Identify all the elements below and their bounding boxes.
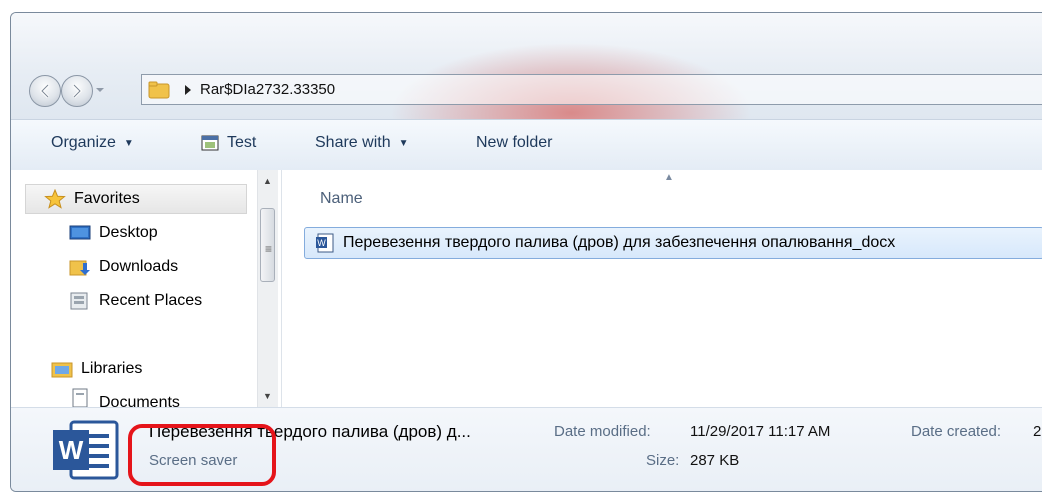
nav-recent-places[interactable]: Recent Places (69, 286, 202, 316)
libraries-icon (51, 362, 73, 378)
word-document-large-icon: W (53, 420, 119, 480)
word-document-icon: W (316, 233, 334, 253)
title-bar: Rar$DIa2732.33350 (11, 13, 1042, 119)
scroll-up-arrow-icon[interactable]: ▲ (263, 176, 272, 186)
grip-icon: ≡ (265, 242, 273, 256)
forward-button[interactable] (61, 75, 93, 107)
date-modified-label: Date modified: (554, 423, 651, 440)
new-folder-label: New folder (476, 134, 553, 151)
forward-arrow-icon (72, 83, 83, 99)
nav-item-label: Recent Places (99, 292, 203, 309)
nav-documents[interactable]: Documents (69, 388, 180, 407)
nav-libraries[interactable]: Libraries (51, 354, 142, 384)
desktop-icon (69, 225, 91, 240)
libraries-label: Libraries (81, 360, 143, 377)
downloads-folder-icon (69, 260, 90, 276)
date-created-label: Date created: (911, 423, 1002, 440)
chevron-down-icon: ▼ (398, 137, 409, 149)
sort-ascending-icon: ▲ (664, 172, 674, 183)
documents-label: Documents (99, 394, 180, 407)
date-modified-value: 11/29/2017 11:17 AM (690, 423, 831, 440)
star-icon (44, 189, 66, 209)
file-name: Перевезення твердого палива (дров) для з… (343, 234, 896, 251)
breadcrumb-arrow-icon[interactable] (184, 84, 192, 95)
organize-button[interactable]: Organize ▼ (51, 134, 134, 152)
nav-favorites[interactable]: Favorites (25, 184, 247, 214)
address-bar[interactable]: Rar$DIa2732.33350 (141, 74, 1042, 105)
navigation-pane: Favorites Desktop Downloads Recent Place… (11, 170, 282, 407)
column-header-name[interactable]: Name (320, 190, 363, 208)
share-with-button[interactable]: Share with ▼ (315, 134, 409, 152)
nav-desktop[interactable]: Desktop (69, 218, 158, 248)
size-label: Size: (646, 452, 680, 469)
nav-item-label: Downloads (99, 258, 179, 275)
scroll-down-arrow-icon[interactable]: ▼ (263, 391, 272, 401)
size-value: 287 KB (690, 452, 740, 469)
back-button[interactable] (29, 75, 61, 107)
favorites-label: Favorites (74, 190, 140, 207)
documents-icon (72, 388, 88, 407)
share-with-label: Share with (315, 134, 391, 151)
nav-item-label: Desktop (99, 224, 158, 241)
nav-scrollbar[interactable]: ▲ ≡ ▼ (257, 170, 278, 407)
organize-label: Organize (51, 134, 116, 151)
file-row-selected[interactable]: W Перевезення твердого палива (дров) для… (304, 227, 1042, 259)
test-button[interactable]: Test (201, 134, 256, 152)
svg-text:W: W (317, 238, 326, 248)
folder-icon (148, 81, 170, 98)
recent-places-icon (70, 292, 88, 310)
svg-text:W: W (59, 435, 84, 465)
scrollbar-thumb[interactable]: ≡ (260, 208, 275, 282)
date-created-value: 2 (1033, 423, 1042, 440)
new-folder-button[interactable]: New folder (476, 134, 552, 152)
address-path[interactable]: Rar$DIa2732.33350 (200, 81, 335, 98)
test-app-icon (201, 135, 219, 151)
recent-pages-dropdown-icon[interactable] (95, 83, 105, 97)
explorer-window: Rar$DIa2732.33350 Organize ▼ Test Share w… (10, 12, 1042, 492)
command-bar: Organize ▼ Test Share with ▼ New folder (11, 119, 1042, 171)
chevron-down-icon: ▼ (123, 137, 134, 149)
nav-downloads[interactable]: Downloads (69, 252, 178, 282)
file-list: ▲ Name W Перевезення твердого палива (др… (282, 170, 1042, 407)
test-label: Test (227, 134, 257, 151)
highlight-annotation (128, 424, 276, 486)
back-arrow-icon (39, 83, 50, 99)
